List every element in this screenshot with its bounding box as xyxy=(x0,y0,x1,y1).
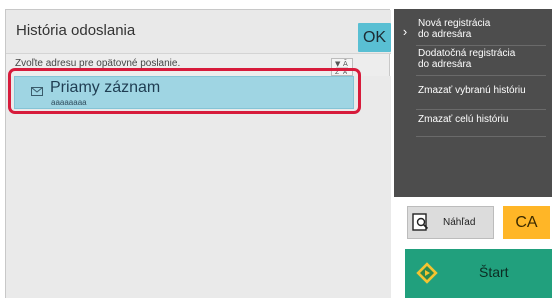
instruction-text: Zvoľte adresu pre opätovné poslanie. xyxy=(15,58,181,69)
ok-button[interactable]: OK xyxy=(358,23,391,52)
svg-text:A: A xyxy=(343,69,348,75)
side-menu: › Nová registrácia do adresára Dodatočná… xyxy=(394,9,552,197)
start-diamond-icon xyxy=(416,262,438,284)
preview-button[interactable]: Náhľad xyxy=(407,206,494,239)
divider xyxy=(416,109,546,110)
menu-item-label: Zmazať celú históriu xyxy=(418,114,509,125)
svg-text:Z: Z xyxy=(335,69,339,75)
divider xyxy=(416,136,546,137)
svg-text:▼: ▼ xyxy=(335,60,341,68)
svg-text:Ā: Ā xyxy=(343,59,348,68)
menu-item-label: Dodatočná registrácia do adresára xyxy=(418,48,516,70)
chevron-right-icon[interactable]: › xyxy=(398,25,412,39)
ca-button[interactable]: CA xyxy=(503,206,550,239)
divider xyxy=(416,45,546,46)
menu-item-additional-registration[interactable]: Dodatočná registrácia do adresára xyxy=(416,48,552,76)
start-label: Štart xyxy=(479,264,509,280)
history-list xyxy=(6,76,391,298)
sort-glyph-icon: ▼ Ā Z A xyxy=(335,59,348,76)
sort-icon[interactable]: ▼ Ā Z A xyxy=(331,58,353,76)
list-item[interactable]: Priamy záznam aaaaaaaa xyxy=(14,76,354,109)
menu-item-new-registration[interactable]: Nová registrácia do adresára xyxy=(416,18,552,46)
list-item-subtitle: aaaaaaaa xyxy=(51,98,87,107)
page-title: História odoslania xyxy=(16,22,136,39)
menu-item-label: Zmazať vybranú históriu xyxy=(418,85,526,96)
side-menu-list: Nová registrácia do adresára Dodatočná r… xyxy=(416,9,552,197)
preview-label: Náhľad xyxy=(443,217,476,228)
preview-icon xyxy=(412,213,429,231)
list-item-title: Priamy záznam xyxy=(50,79,161,96)
menu-item-delete-all[interactable]: Zmazať celú históriu xyxy=(416,114,552,125)
envelope-icon xyxy=(31,87,43,96)
divider xyxy=(416,75,546,76)
start-button[interactable]: Štart xyxy=(405,249,552,298)
menu-item-delete-selected[interactable]: Zmazať vybranú históriu xyxy=(416,85,552,110)
menu-item-label: Nová registrácia do adresára xyxy=(418,18,491,40)
history-panel: História odoslania OK Zvoľte adresu pre … xyxy=(5,9,391,298)
panel-header: História odoslania xyxy=(6,10,391,54)
